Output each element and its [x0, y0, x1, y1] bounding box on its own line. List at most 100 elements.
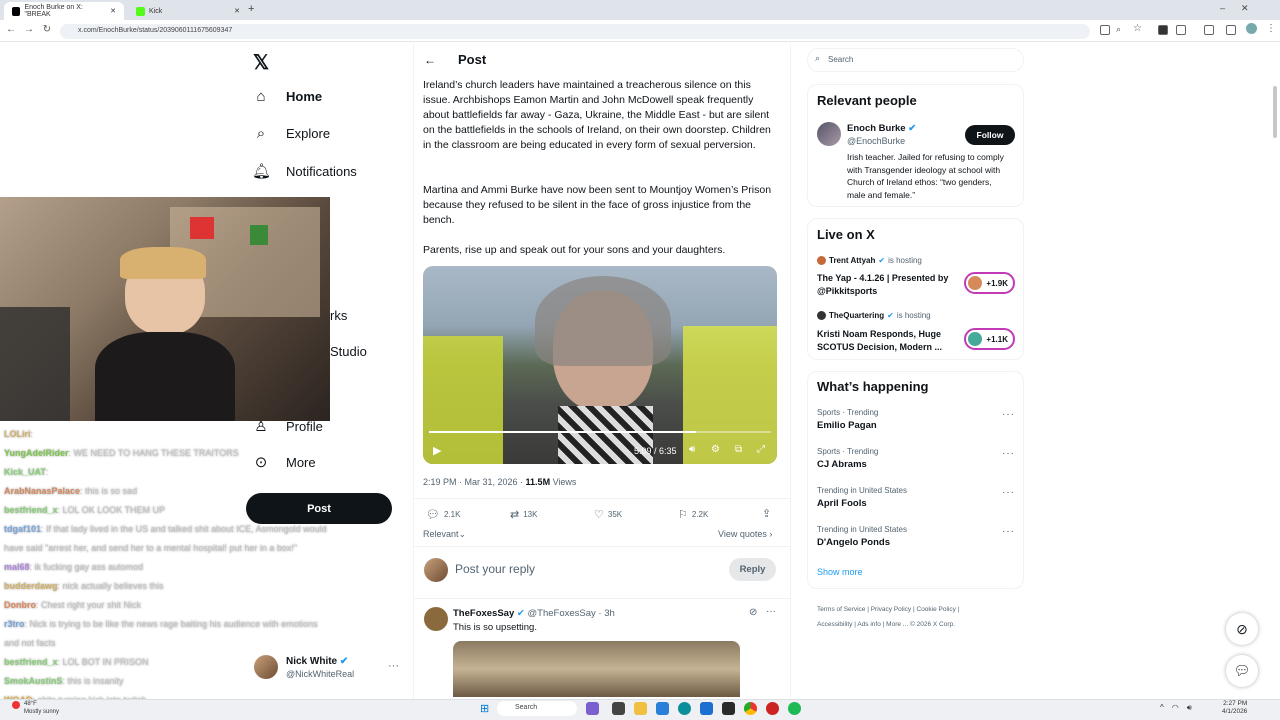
chat-username[interactable]: LOLiri — [4, 429, 31, 439]
trend-name[interactable]: April Fools — [817, 498, 867, 509]
pip-icon[interactable]: ⧉ — [735, 444, 742, 455]
chat-username[interactable]: bestfriend_x — [4, 657, 58, 667]
video-progress-track[interactable] — [429, 431, 771, 433]
wifi-icon[interactable]: ◠ — [1172, 703, 1179, 713]
volume-icon[interactable]: 🔊︎ — [1187, 703, 1192, 713]
chat-username[interactable]: Kick_UAT — [4, 467, 46, 477]
chat-username[interactable]: bestfriend_x — [4, 505, 58, 515]
chat-username[interactable]: YungAdelRider — [4, 448, 69, 458]
page-scrollbar[interactable] — [1273, 86, 1277, 138]
spotify-icon[interactable] — [788, 702, 801, 715]
video-player[interactable]: ▶ 5:09 / 6:35 🔊︎ ⚙ ⧉ ⤢ — [423, 266, 777, 464]
reply-tweet-name[interactable]: TheFoxesSay — [453, 608, 514, 619]
weather-widget[interactable]: 48°F Mostly sunny — [24, 700, 59, 716]
chat-username[interactable]: mal68 — [4, 562, 30, 572]
extension-icon[interactable] — [1158, 25, 1168, 35]
nav-bookmarks-partial[interactable]: rks — [330, 308, 347, 323]
view-quotes-link[interactable]: View quotes › — [718, 529, 772, 539]
nav-home[interactable]: ⌂ Home — [252, 88, 322, 105]
trend-name[interactable]: Emilio Pagan — [817, 420, 877, 431]
live-title-2[interactable]: Kristi Noam Responds, Huge SCOTUS Decisi… — [817, 328, 962, 353]
reply-button[interactable]: Reply — [729, 558, 776, 581]
search-input[interactable]: Search — [807, 48, 1024, 72]
bookmark-action[interactable]: ⚐ 2.2K — [678, 508, 708, 521]
nav-creator-studio-partial[interactable]: Studio — [330, 344, 367, 359]
chat-username[interactable]: ArabNanasPalace — [4, 486, 80, 496]
trend-more-icon[interactable]: ··· — [1002, 448, 1015, 459]
tweet-more-icon[interactable]: ··· — [766, 606, 776, 617]
person-avatar[interactable] — [817, 122, 841, 146]
back-icon[interactable]: ← — [4, 24, 18, 35]
trend-more-icon[interactable]: ··· — [1002, 409, 1015, 420]
live-host-2[interactable]: TheQuartering ✔ is hosting — [817, 311, 931, 320]
live-listeners-1[interactable]: +1.9K — [964, 272, 1015, 294]
trend-more-icon[interactable]: ··· — [1002, 526, 1015, 537]
nav-notifications[interactable]: 🔔︎ Notifications — [252, 162, 357, 180]
footer-link[interactable]: More ... — [886, 621, 908, 628]
tray-chevron-icon[interactable]: ^ — [1160, 703, 1164, 713]
new-tab-icon[interactable]: + — [248, 3, 254, 15]
footer-link[interactable]: Accessibility — [817, 621, 852, 628]
nav-explore[interactable]: ⌕ Explore — [252, 125, 330, 142]
tab-enoch-burke[interactable]: Enoch Burke on X: "BREAK ✕ — [4, 2, 124, 20]
x-logo-icon[interactable]: 𝕏 — [253, 50, 269, 75]
taskbar-app-icon[interactable] — [700, 702, 713, 715]
file-explorer-icon[interactable] — [634, 702, 647, 715]
trend-more-icon[interactable]: ··· — [1002, 487, 1015, 498]
messages-icon[interactable]: 💬︎ — [1226, 655, 1258, 687]
zoom-icon[interactable]: ⌕ — [1116, 24, 1121, 35]
minimize-icon[interactable]: – — [1220, 3, 1225, 14]
sidebar-icon[interactable] — [1204, 25, 1214, 35]
reply-tweet-image[interactable] — [453, 641, 740, 697]
forward-icon[interactable]: → — [22, 24, 36, 35]
footer-link[interactable]: Cookie Policy — [917, 606, 956, 613]
reload-icon[interactable]: ↻ — [40, 24, 54, 35]
trend-name[interactable]: D'Angelo Ponds — [817, 537, 890, 548]
fullscreen-icon[interactable]: ⤢ — [757, 444, 765, 455]
taskbar-app-icon[interactable] — [766, 702, 779, 715]
live-host-1[interactable]: Trent Attyah ✔ is hosting — [817, 256, 922, 265]
reply-input[interactable]: Post your reply — [455, 562, 535, 576]
live-listeners-2[interactable]: +1.1K — [964, 328, 1015, 350]
close-window-icon[interactable]: ✕ — [1241, 3, 1249, 14]
extension-icon[interactable] — [1176, 25, 1186, 35]
chat-username[interactable]: Donbro — [4, 600, 36, 610]
back-arrow-icon[interactable]: ← — [424, 53, 436, 67]
edge-browser-icon[interactable] — [678, 702, 691, 715]
grok-icon[interactable]: ⊘ — [749, 607, 757, 618]
bookmark-star-icon[interactable]: ☆ — [1133, 23, 1142, 34]
taskbar-app-icon[interactable] — [722, 702, 735, 715]
profile-avatar-icon[interactable] — [1246, 23, 1257, 34]
windows-start-icon[interactable]: ⊞ — [480, 702, 489, 715]
close-tab-icon[interactable]: ✕ — [110, 7, 116, 15]
chat-username[interactable]: SmokAustinS — [4, 676, 63, 686]
play-icon[interactable]: ▶ — [433, 444, 441, 457]
taskbar-app-icon[interactable] — [612, 702, 625, 715]
chat-username[interactable]: r3tro — [4, 619, 25, 629]
reply-tweet-avatar[interactable] — [424, 607, 448, 631]
tab-kick[interactable]: Kick ✕ — [128, 2, 248, 20]
chat-username[interactable]: tdgaf101 — [4, 524, 41, 534]
taskbar-app-icon[interactable] — [656, 702, 669, 715]
url-field[interactable]: x.com/EnochBurke/status/2039060111675609… — [60, 24, 1090, 39]
downloads-icon[interactable] — [1226, 25, 1236, 35]
live-title-1[interactable]: The Yap - 4.1.26 | Presented by @Pikkits… — [817, 272, 962, 297]
close-tab-icon[interactable]: ✕ — [234, 7, 240, 15]
follow-button[interactable]: Follow — [965, 125, 1015, 145]
browser-menu-icon[interactable]: ⋮ — [1266, 23, 1276, 34]
trend-name[interactable]: CJ Abrams — [817, 459, 867, 470]
reply-action[interactable]: 💬︎ 2.1K — [426, 508, 460, 521]
taskbar-app-icon[interactable] — [586, 702, 599, 715]
settings-gear-icon[interactable]: ⚙ — [711, 444, 720, 455]
show-more-link[interactable]: Show more — [817, 567, 863, 577]
person-name[interactable]: Enoch Burke ✔ — [847, 123, 916, 134]
volume-icon[interactable]: 🔊︎ — [689, 444, 695, 455]
footer-link[interactable]: Terms of Service — [817, 606, 865, 613]
grok-icon[interactable]: ⊘ — [1226, 613, 1258, 645]
like-action[interactable]: ♡ 35K — [594, 508, 622, 521]
screenshot-icon[interactable] — [1100, 25, 1110, 35]
taskbar-search[interactable]: Search — [497, 701, 577, 716]
chat-username[interactable]: budderdawg — [4, 581, 58, 591]
chrome-icon[interactable] — [744, 702, 757, 715]
footer-link[interactable]: Privacy Policy — [871, 606, 911, 613]
